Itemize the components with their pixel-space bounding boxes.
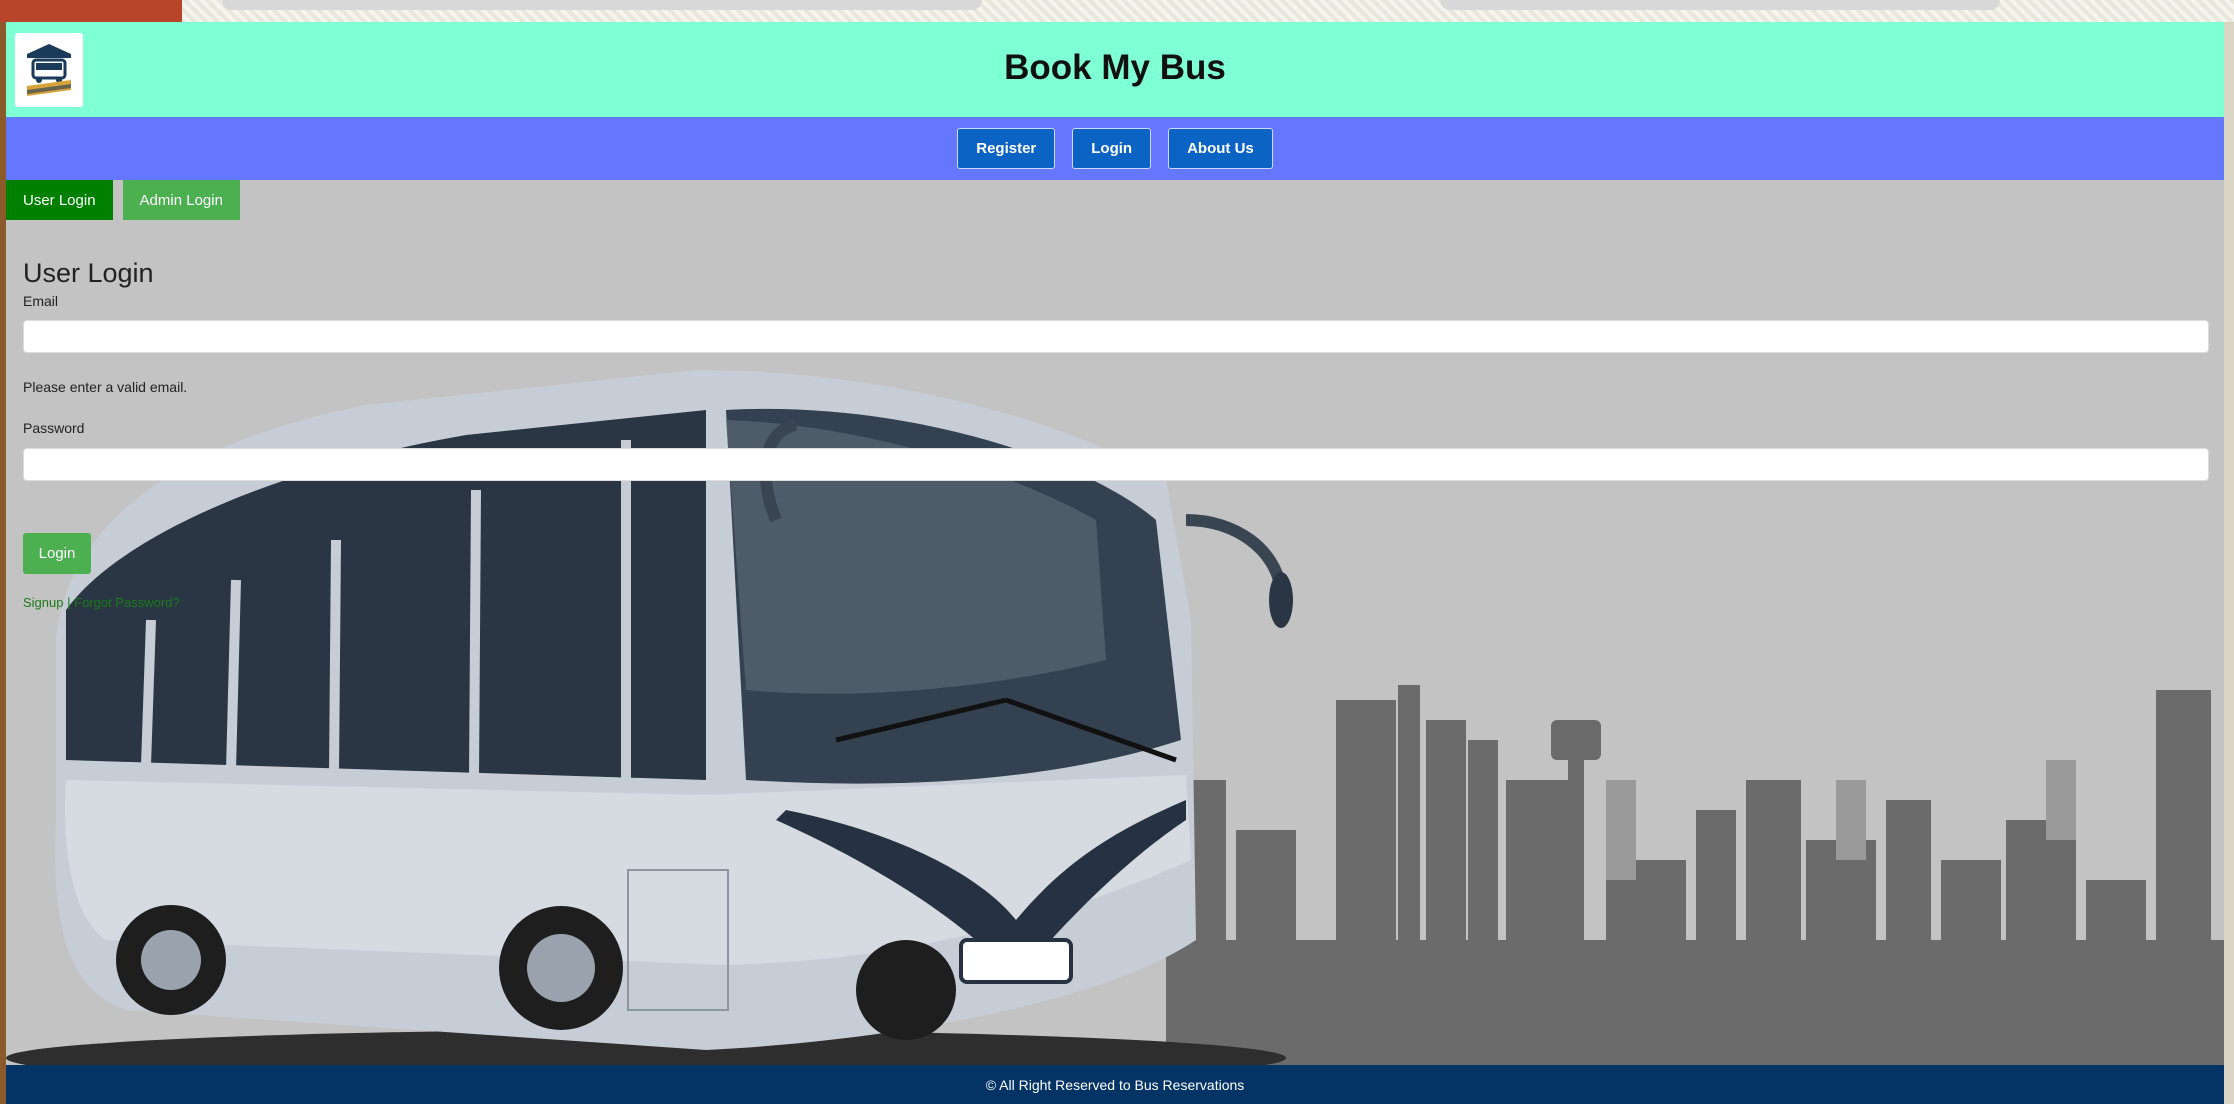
password-label: Password	[23, 420, 85, 436]
chrome-bar-right	[1440, 0, 2000, 10]
site-footer: © All Right Reserved to Bus Reservations	[6, 1065, 2224, 1104]
login-submit-button[interactable]: Login	[23, 533, 91, 574]
page: Book My Bus Register Login About Us User…	[6, 22, 2224, 1104]
email-field[interactable]	[23, 320, 2209, 353]
form-links: Signup | Forgot Password?	[23, 595, 180, 610]
register-button[interactable]: Register	[957, 128, 1056, 169]
password-field[interactable]	[23, 448, 2209, 481]
site-title: Book My Bus	[1004, 48, 1226, 87]
window-edge-right	[2224, 22, 2234, 1104]
login-tabs: User Login Admin Login	[6, 180, 240, 220]
browser-chrome-strip	[0, 0, 2234, 22]
tab-admin-login[interactable]: Admin Login	[122, 180, 240, 220]
about-us-button[interactable]: About Us	[1168, 128, 1273, 169]
form-title: User Login	[23, 258, 154, 288]
email-hint: Please enter a valid email.	[23, 379, 188, 395]
forgot-password-link[interactable]: Forgot Password?	[74, 595, 180, 610]
email-label: Email	[23, 293, 59, 309]
tab-user-login[interactable]: User Login	[6, 180, 113, 220]
city-skyline	[1166, 685, 2224, 1087]
chrome-red-block	[0, 0, 182, 22]
main-nav: Register Login About Us	[6, 117, 2224, 180]
link-separator: |	[67, 595, 71, 610]
site-header: Book My Bus	[6, 22, 2224, 117]
signup-link[interactable]: Signup	[23, 595, 63, 610]
chrome-bar-left	[222, 0, 982, 10]
login-nav-button[interactable]: Login	[1072, 128, 1152, 169]
